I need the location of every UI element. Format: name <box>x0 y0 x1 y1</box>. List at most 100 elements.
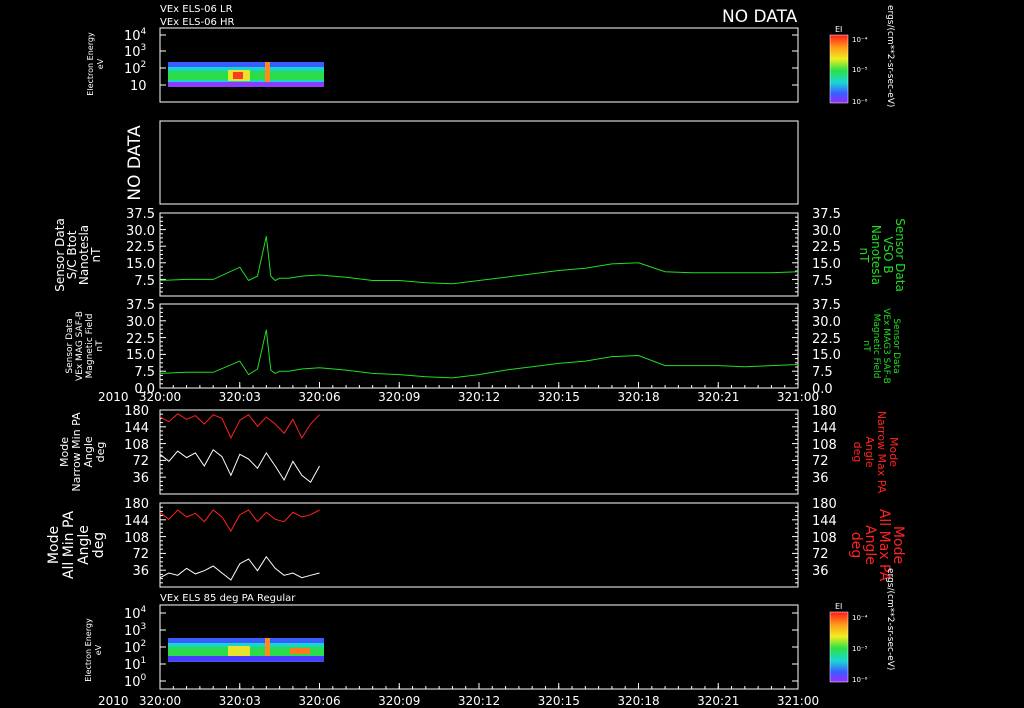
spectrogram2-spike <box>265 638 270 658</box>
panel-5-left-yticks: 180 144 108 72 36 <box>124 404 149 486</box>
panel-3: 37.5 30.0 22.5 15.0 7.5 37.5 30.0 22.5 1… <box>53 207 907 297</box>
panel-6-ytick-r-2: 144 <box>812 514 837 529</box>
panel-5-ytick-2: 144 <box>124 421 149 436</box>
panel-3-ytick-2: 30.0 <box>126 224 155 239</box>
panel-6-ytick-4: 72 <box>132 547 149 562</box>
panel-4-left-yticks: 37.5 30.0 22.5 15.0 7.5 0.0 <box>126 298 155 397</box>
panel-2-no-data: NO DATA <box>125 125 145 201</box>
panel-1-ytick-4: 10 <box>130 79 147 94</box>
panel-5-ytick-1: 180 <box>124 404 149 419</box>
panel-5-left-label: Mode Narrow Min PA Angle deg <box>58 412 107 492</box>
panel-6-ytick-r-5: 36 <box>812 564 829 579</box>
panel-3-ytick-r-4: 15.0 <box>812 257 841 272</box>
panel-1-ylabel-line-1: Electron Energy <box>86 32 95 96</box>
panel-6-minor-ticks <box>160 502 798 588</box>
panel-6-ytick-2: 144 <box>124 514 149 529</box>
panel3-series-0-line <box>159 236 799 285</box>
panel-4-ytick-1: 37.5 <box>126 298 155 313</box>
time-axis-middle-label-4: 320:12 <box>458 390 500 404</box>
panel-5-minor-ticks <box>160 409 798 495</box>
chart-series-layer <box>159 236 799 581</box>
panel5-series-0-line <box>159 413 320 440</box>
time-axis-middle-label-8: 321:00 <box>777 390 819 404</box>
time-axis-middle-label-5: 320:15 <box>538 390 580 404</box>
time-axis-middle-label-7: 320:21 <box>697 390 739 404</box>
spectrogram2-band-yellow <box>228 646 250 657</box>
panel-4-left-label-line-4: nT <box>95 340 105 352</box>
spectrogram-hotspot <box>233 72 243 79</box>
panel-6-ytick-5: 36 <box>132 564 149 579</box>
colorbar-bottom-tick-3: 10⁻⁶ <box>852 676 868 684</box>
panel-7-ylabel-line-1: Electron Energy <box>84 618 93 682</box>
panel-5-ytick-r-2: 144 <box>812 421 837 436</box>
panel-1-ylabel-line-2: eV <box>96 58 105 69</box>
panel6-series-1-line <box>159 555 320 581</box>
panel-4-right-label-line-2: VEx MAG3 SAF-B <box>881 308 891 384</box>
colorbar-bottom-title: EI <box>835 602 842 611</box>
panel-3-right-label: Sensor Data VSO B Nanotesla nT <box>857 218 907 292</box>
panel-6-left-label-line-1: Mode <box>46 526 62 564</box>
panel-3-ytick-r-3: 22.5 <box>812 240 841 255</box>
panel4-series-0-line <box>159 329 799 379</box>
panel-1-ylabel: Electron Energy eV <box>86 32 105 96</box>
header-line-1: VEx ELS-06 LR <box>160 4 233 15</box>
panel-2-frame <box>159 120 799 205</box>
panel-1-ytick-3: 102 <box>124 60 146 77</box>
panel-3-left-label: Sensor Data S/C Btot Nanotesla nT <box>53 218 103 292</box>
panel-2: NO DATA <box>125 120 799 205</box>
colorbar-top-tick-2: 10⁻⁵ <box>852 66 868 74</box>
panel-3-ytick-r-1: 37.5 <box>812 207 841 222</box>
colorbar-bottom: EI 10⁻⁴ 10⁻⁵ 10⁻⁶ ergs/(cm**2-sr-sec-eV) <box>829 568 895 684</box>
panel6-series-0-line <box>159 509 320 532</box>
panel-6-right-yticks: 180 144 108 72 36 <box>812 497 837 579</box>
panel-4-ytick-4: 15.0 <box>126 348 155 363</box>
panel-4-left-label-line-3: Magnetic Field <box>85 314 95 379</box>
panel-4-left-label-line-1: Sensor Data <box>65 318 75 373</box>
panel-5-right-label-line-4: deg <box>851 442 864 463</box>
panel-5-ytick-r-4: 72 <box>812 454 829 469</box>
panel-3-minor-ticks <box>160 212 798 297</box>
panel-6-left-label-line-3: Angle <box>76 525 92 565</box>
time-axis-bottom-label-0: 320:00 <box>139 694 181 708</box>
panel-3-ytick-r-5: 7.5 <box>812 274 833 289</box>
time-axis-bottom-label-1: 320:03 <box>219 694 261 708</box>
panel-6: 180 144 108 72 36 180 144 108 72 36 Mode… <box>46 497 906 588</box>
panel-7: VEx ELS 85 deg PA Regular 104 103 102 10… <box>84 593 799 690</box>
colorbar-top-tick-3: 10⁻⁶ <box>852 98 868 106</box>
panel-4-right-yticks: 37.5 30.0 22.5 15.0 7.5 0.0 <box>812 298 841 397</box>
panel-4-frame <box>159 303 799 389</box>
colorbar-bottom-tick-1: 10⁻⁴ <box>852 614 868 622</box>
panel-4-ytick-r-4: 15.0 <box>812 348 841 363</box>
panel-5-ytick-r-5: 36 <box>812 471 829 486</box>
panel-5-ytick-3: 108 <box>124 438 149 453</box>
time-axis-bottom-label-5: 320:15 <box>538 694 580 708</box>
panel-4-ytick-2: 30.0 <box>126 315 155 330</box>
time-axis-middle-label-1: 320:03 <box>219 390 261 404</box>
panel-4-left-label: Sensor Data VEx MAG SAF-B Magnetic Field… <box>65 311 105 381</box>
panel-7-title: VEx ELS 85 deg PA Regular <box>160 593 296 604</box>
panel-6-right-label-line-4: deg <box>848 532 864 558</box>
panel-3-left-yticks: 37.5 30.0 22.5 15.0 7.5 <box>126 207 155 289</box>
colorbar-top-tick-1: 10⁻⁴ <box>852 36 868 44</box>
panel-6-ytick-r-3: 108 <box>812 531 837 546</box>
panel-4: 37.5 30.0 22.5 15.0 7.5 0.0 37.5 30.0 22… <box>65 298 901 397</box>
panel-5-left-label-line-4: deg <box>94 442 107 463</box>
panel-4-ytick-r-1: 37.5 <box>812 298 841 313</box>
panel-5-ytick-5: 36 <box>132 471 149 486</box>
time-axis-bottom-label-6: 320:18 <box>617 694 659 708</box>
panel-5-right-label: Mode Narrow Max PA Angle deg <box>851 411 900 494</box>
panel-3-left-label-line-4: nT <box>89 247 103 263</box>
panel-5-right-yticks: 180 144 108 72 36 <box>812 404 837 486</box>
spectrogram2-hotspot <box>290 648 310 654</box>
panel-4-ytick-r-5: 7.5 <box>812 365 833 380</box>
panel-6-ytick-r-4: 72 <box>812 547 829 562</box>
colorbar-bottom-tick-2: 10⁻⁵ <box>852 645 868 653</box>
panel-4-ytick-5: 7.5 <box>134 365 155 380</box>
panel-7-ytick-2: 103 <box>124 622 146 639</box>
time-axis-bottom-label-2: 320:06 <box>298 694 340 708</box>
time-axis-middle: 2010 320:00 320:03 320:06 320:09 320:12 320:1… <box>98 382 819 404</box>
panel-3-ytick-1: 37.5 <box>126 207 155 222</box>
panel-6-ytick-r-1: 180 <box>812 497 837 512</box>
panel-6-left-yticks: 180 144 108 72 36 <box>124 497 149 579</box>
panel-3-ytick-5: 7.5 <box>134 274 155 289</box>
